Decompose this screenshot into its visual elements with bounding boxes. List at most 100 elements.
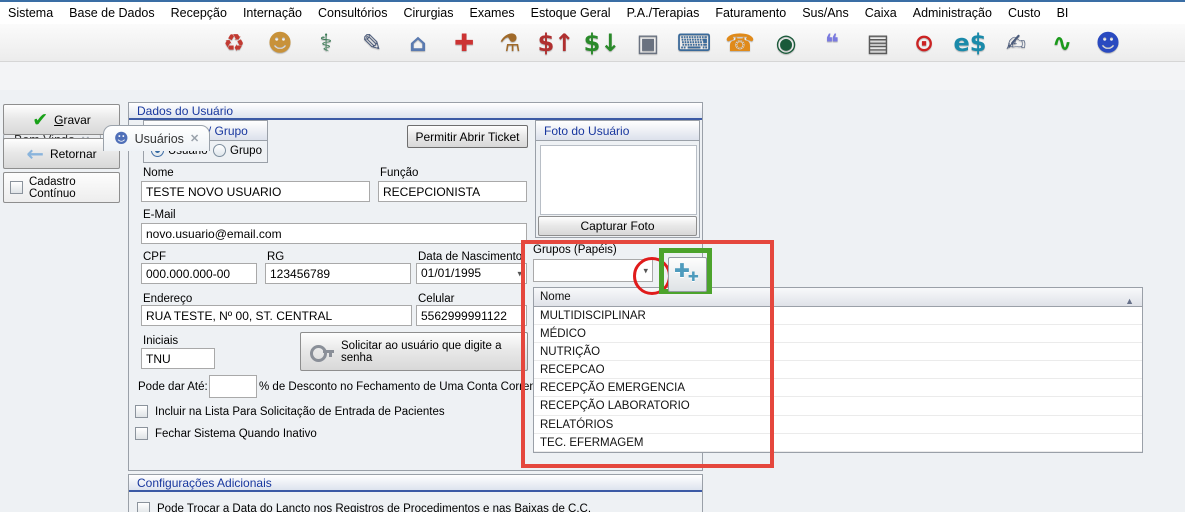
endereco-label: Endereço <box>143 293 192 305</box>
config-checkbox-row[interactable]: Pode Trocar a Data do Lancto nos Registr… <box>137 502 591 512</box>
form-checkbox-list: Incluir na Lista Para Solicitação de Ent… <box>135 405 445 440</box>
chevron-down-icon[interactable]: ▾ <box>643 265 648 276</box>
radio-grupo-control[interactable] <box>213 144 226 157</box>
grupos-list-row[interactable]: NUTRIÇÃO <box>534 343 1142 361</box>
rg-label: RG <box>267 251 284 263</box>
menu-item[interactable]: Administração <box>905 3 1000 23</box>
toolbar-icon[interactable]: e$ <box>954 27 986 59</box>
foto-usuario-title: Foto do Usuário <box>536 121 699 141</box>
foto-usuario-panel: Foto do Usuário Capturar Foto <box>535 120 700 238</box>
toolbar-icon[interactable]: ⚗ <box>494 27 526 59</box>
menu-item[interactable]: Cirurgias <box>396 3 462 23</box>
iniciais-label: Iniciais <box>143 335 178 347</box>
capturar-foto-button[interactable]: Capturar Foto <box>538 216 697 236</box>
grupos-list-row[interactable]: RECEPÇÃO LABORATORIO <box>534 397 1142 415</box>
tab-label: Usuários <box>135 132 184 146</box>
desconto-suffix-label: % de Desconto no Fechamento de Uma Conta… <box>259 381 545 393</box>
nascimento-label: Data de Nascimento <box>418 251 522 263</box>
key-icon <box>309 344 335 360</box>
user-icon: ☻ <box>114 131 129 147</box>
endereco-field[interactable] <box>141 305 412 326</box>
form-checkbox-row[interactable]: Fechar Sistema Quando Inativo <box>135 427 445 440</box>
toolbar-icon[interactable]: ✚ <box>448 27 480 59</box>
menu-item[interactable]: BI <box>1049 3 1077 23</box>
grupos-dropdown[interactable]: ▾ <box>533 259 653 282</box>
toolbar-icon[interactable]: ☻ <box>264 27 296 59</box>
arrow-left-icon: ← <box>26 142 44 166</box>
application-window: SistemaBase de DadosRecepçãoInternaçãoCo… <box>0 0 1185 512</box>
toolbar-icon[interactable]: ☻ <box>1092 27 1124 59</box>
toolbar-icon[interactable]: ⌂ <box>402 27 434 59</box>
menu-item[interactable]: Exames <box>462 3 523 23</box>
menu-item[interactable]: Faturamento <box>707 3 794 23</box>
grupos-list-header[interactable]: Nome ▲ <box>534 288 1142 307</box>
permitir-abrir-ticket-button[interactable]: Permitir Abrir Ticket <box>407 125 528 148</box>
radio-grupo[interactable]: Grupo <box>213 144 262 157</box>
tab-bar: Bem Vindo ✕ ☻ Usuários ✕ <box>0 62 1185 90</box>
grupos-papeis-label: Grupos (Papéis) <box>533 244 617 256</box>
grupos-list-body: MULTIDISCIPLINARMÉDICONUTRIÇÃORECEPCAORE… <box>534 307 1142 452</box>
menu-item[interactable]: Recepção <box>163 3 235 23</box>
grupos-list-row[interactable]: RECEPCAO <box>534 361 1142 379</box>
toolbar-icon[interactable]: ⚕ <box>310 27 342 59</box>
menu-item[interactable]: Sus/Ans <box>794 3 857 23</box>
toolbar-icon[interactable]: $↓ <box>586 27 618 59</box>
toolbar-icon[interactable]: ❝ <box>816 27 848 59</box>
toolbar-icon[interactable]: ⌨ <box>678 27 710 59</box>
menu-item[interactable]: Base de Dados <box>61 3 162 23</box>
email-field[interactable] <box>141 223 527 244</box>
iniciais-field[interactable] <box>141 348 215 369</box>
toolbar-icon[interactable]: ∿ <box>1046 27 1078 59</box>
chevron-down-icon[interactable]: ▾ <box>517 264 522 283</box>
toolbar-icon[interactable]: ☎ <box>724 27 756 59</box>
toolbar-icon[interactable]: ✍ <box>1000 27 1032 59</box>
checkbox[interactable] <box>135 405 148 418</box>
foto-preview <box>540 145 697 215</box>
pode-dar-ate-label: Pode dar Até: <box>138 381 208 393</box>
menu-item[interactable]: Caixa <box>857 3 905 23</box>
celular-field[interactable] <box>416 305 527 326</box>
email-label: E-Mail <box>143 209 176 221</box>
cadastro-continuo-label: Cadastro Contínuo <box>29 176 119 200</box>
checkbox[interactable] <box>135 427 148 440</box>
grupos-list-row[interactable]: TEC. EFERMAGEM <box>534 434 1142 452</box>
desconto-field[interactable] <box>209 375 257 398</box>
cadastro-continuo-checkbox[interactable] <box>10 181 23 194</box>
toolbar-icon[interactable]: ◉ <box>770 27 802 59</box>
menu-item[interactable]: Consultórios <box>310 3 395 23</box>
cpf-field[interactable] <box>141 263 257 284</box>
close-icon[interactable]: ✕ <box>190 132 199 145</box>
menu-item[interactable]: Estoque Geral <box>523 3 619 23</box>
dados-usuario-title: Dados do Usuário <box>129 103 702 120</box>
grupos-list-row[interactable]: MULTIDISCIPLINAR <box>534 307 1142 325</box>
solicitar-senha-button[interactable]: Solicitar ao usuário que digite a senha <box>300 332 528 371</box>
nascimento-datepicker[interactable]: 01/01/1995 ▾ <box>416 263 527 284</box>
check-icon: ✔ <box>32 109 48 131</box>
toolbar-icon[interactable]: ♻ <box>218 27 250 59</box>
celular-label: Celular <box>418 293 454 305</box>
grupos-list-row[interactable]: MÉDICO <box>534 325 1142 343</box>
toolbar-icon[interactable]: ▤ <box>862 27 894 59</box>
funcao-field[interactable] <box>378 181 527 202</box>
add-group-button[interactable]: ✚ ✚ <box>668 257 707 292</box>
grupos-list-row[interactable]: RECEPÇÃO EMERGENCIA <box>534 379 1142 397</box>
menu-item[interactable]: Custo <box>1000 3 1049 23</box>
toolbar-icon[interactable]: ▣ <box>632 27 664 59</box>
funcao-label: Função <box>380 167 418 179</box>
toolbar-icon[interactable]: ⊙ <box>908 27 940 59</box>
checkbox[interactable] <box>137 502 150 512</box>
menu-item[interactable]: Sistema <box>0 3 61 23</box>
nome-field[interactable] <box>141 181 370 202</box>
sort-ascending-icon[interactable]: ▲ <box>1125 292 1134 310</box>
toolbar-icon[interactable]: $↑ <box>540 27 572 59</box>
menu-item[interactable]: Internação <box>235 3 310 23</box>
cadastro-continuo-toggle[interactable]: Cadastro Contínuo <box>3 172 120 203</box>
grupos-list-row[interactable]: RELATÓRIOS <box>534 416 1142 434</box>
menu-item[interactable]: P.A./Terapias <box>619 3 708 23</box>
plus-icon: ✚ <box>688 270 699 285</box>
toolbar-icon[interactable]: ✎ <box>356 27 388 59</box>
rg-field[interactable] <box>265 263 411 284</box>
config-adicionais-groupbox: Configurações Adicionais Pode Trocar a D… <box>128 474 703 512</box>
form-checkbox-row[interactable]: Incluir na Lista Para Solicitação de Ent… <box>135 405 445 418</box>
tab-usuarios[interactable]: ☻ Usuários ✕ <box>103 125 210 151</box>
